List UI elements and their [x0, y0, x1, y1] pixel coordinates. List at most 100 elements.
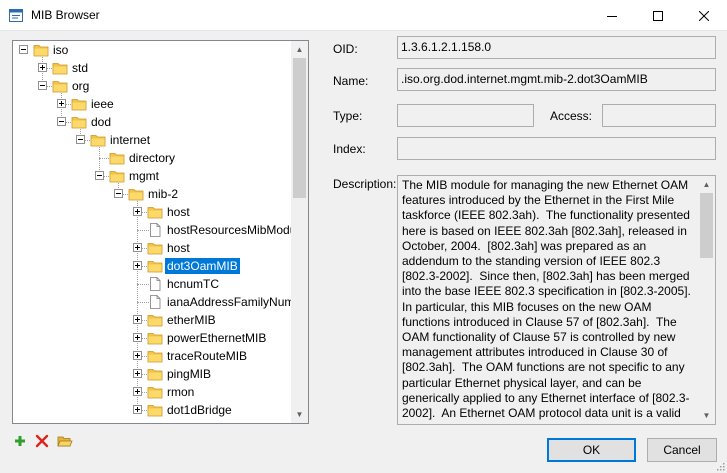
tree-node-label: iso: [53, 43, 69, 57]
desc-scroll-up-arrow-icon[interactable]: ▲: [698, 176, 715, 193]
cancel-button[interactable]: Cancel: [647, 438, 717, 462]
tree-node-label: traceRouteMIB: [167, 349, 248, 363]
desc-scroll-down-arrow-icon[interactable]: ▼: [698, 407, 715, 424]
folder-icon: [109, 150, 125, 166]
collapse-icon[interactable]: [19, 45, 28, 54]
tree-node-label: internet: [110, 133, 151, 147]
folder-icon: [147, 240, 163, 256]
folder-icon: [52, 60, 68, 76]
tree-node-rmon[interactable]: rmon: [13, 383, 293, 401]
tree-node-hcnumtc[interactable]: hcnumTC: [13, 275, 293, 293]
expand-icon[interactable]: [133, 243, 142, 252]
tree-node-ethermib[interactable]: etherMIB: [13, 311, 293, 329]
tree-node-label: pingMIB: [167, 367, 212, 381]
collapse-icon[interactable]: [76, 135, 85, 144]
tree-node-label: mib-2: [148, 187, 179, 201]
close-icon: [699, 10, 709, 21]
tree-node-label: ianaAddressFamilyNum: [167, 295, 295, 309]
tree-node-ieee[interactable]: ieee: [13, 95, 293, 113]
tree-node-label: dod: [91, 115, 112, 129]
minimize-button[interactable]: [589, 0, 635, 31]
description-vertical-scrollbar[interactable]: ▲ ▼: [698, 176, 715, 424]
expand-icon[interactable]: [133, 405, 142, 414]
tree-node-ianaaddressfamilynum[interactable]: ianaAddressFamilyNum: [13, 293, 295, 311]
type-field[interactable]: [397, 104, 534, 127]
tree-node-pingmib[interactable]: pingMIB: [13, 365, 293, 383]
folder-icon: [71, 96, 87, 112]
tree-node-label: dot3OamMIB: [165, 258, 240, 274]
tree-node-label: std: [72, 61, 89, 75]
collapse-icon[interactable]: [95, 171, 104, 180]
tree-node-hostresourcesmibmodu[interactable]: hostResourcesMibModu: [13, 221, 296, 239]
tree-node-label: etherMIB: [167, 313, 216, 327]
collapse-icon[interactable]: [38, 81, 47, 90]
expand-icon[interactable]: [133, 333, 142, 342]
expand-icon[interactable]: [133, 387, 142, 396]
mib-tree[interactable]: iso std org ieee dod internet directory mgmt mib…: [12, 40, 309, 424]
folder-icon: [147, 348, 163, 364]
tree-node-mgmt[interactable]: mgmt: [13, 167, 293, 185]
folder-icon: [90, 132, 106, 148]
tree-node-org[interactable]: org: [13, 77, 293, 95]
resize-grip-icon[interactable]: [715, 461, 725, 471]
folder-icon: [147, 312, 163, 328]
tree-node-label: dot1dBridge: [167, 403, 232, 417]
expand-icon[interactable]: [133, 315, 142, 324]
expand-icon[interactable]: [38, 63, 47, 72]
index-field[interactable]: [397, 137, 716, 160]
tree-node-dod[interactable]: dod: [13, 113, 293, 131]
expand-icon[interactable]: [133, 261, 142, 270]
type-label: Type:: [333, 109, 363, 123]
tree-node-label: mgmt: [129, 169, 159, 183]
tree-node-iso[interactable]: iso: [13, 41, 293, 59]
folder-icon: [33, 42, 49, 58]
tree-node-directory[interactable]: directory: [13, 149, 293, 167]
access-label: Access:: [550, 109, 593, 123]
tree-node-label: powerEthernetMIB: [167, 331, 267, 345]
mib-browser-app-icon: [9, 9, 23, 22]
tree-node-label: host: [167, 241, 190, 255]
folder-icon: [109, 168, 125, 184]
expand-icon[interactable]: [133, 207, 142, 216]
description-scroll-thumb[interactable]: [700, 193, 713, 258]
tree-node-dot1dbridge[interactable]: dot1dBridge: [13, 401, 293, 419]
tree-node-dot3oammib[interactable]: dot3OamMIB: [13, 257, 293, 275]
folder-icon: [147, 384, 163, 400]
tree-scroll-thumb[interactable]: [293, 58, 306, 198]
tree-node-host[interactable]: host: [13, 203, 293, 221]
maximize-button[interactable]: [635, 0, 681, 31]
tree-node-host[interactable]: host: [13, 239, 293, 257]
tree-node-mib-2[interactable]: mib-2: [13, 185, 293, 203]
collapse-icon[interactable]: [114, 189, 123, 198]
scroll-up-arrow-icon[interactable]: ▲: [291, 41, 308, 58]
name-field[interactable]: .iso.org.dod.internet.mgmt.mib-2.dot3Oam…: [397, 68, 716, 91]
folder-icon: [128, 186, 144, 202]
expand-icon[interactable]: [133, 369, 142, 378]
tree-node-label: org: [72, 79, 90, 93]
expand-icon[interactable]: [133, 351, 142, 360]
folder-icon: [147, 258, 163, 274]
tree-node-internet[interactable]: internet: [13, 131, 293, 149]
tree-vertical-scrollbar[interactable]: ▲ ▼: [291, 41, 308, 423]
close-button[interactable]: [681, 0, 727, 31]
collapse-icon[interactable]: [57, 117, 66, 126]
description-text: The MIB module for managing the new Ethe…: [402, 178, 698, 421]
tree-node-std[interactable]: std: [13, 59, 293, 77]
expand-icon[interactable]: [57, 99, 66, 108]
tree-node-label: hcnumTC: [167, 277, 220, 291]
tree-node-powerethernetmib[interactable]: powerEthernetMIB: [13, 329, 293, 347]
access-field[interactable]: [602, 104, 716, 127]
oid-field[interactable]: 1.3.6.1.2.1.158.0: [397, 36, 716, 59]
scroll-down-arrow-icon[interactable]: ▼: [291, 406, 308, 423]
tree-node-traceroutemib[interactable]: traceRouteMIB: [13, 347, 293, 365]
open-folder-icon[interactable]: [57, 433, 73, 449]
title-bar: MIB Browser: [0, 0, 727, 31]
delete-icon[interactable]: [34, 433, 50, 449]
add-icon[interactable]: [12, 433, 28, 449]
window-title: MIB Browser: [31, 8, 100, 22]
description-field[interactable]: The MIB module for managing the new Ethe…: [397, 175, 716, 425]
ok-button[interactable]: OK: [547, 438, 636, 462]
oid-label: OID:: [333, 42, 358, 56]
description-label: Description:: [333, 177, 397, 191]
tree-node-label: directory: [129, 151, 176, 165]
